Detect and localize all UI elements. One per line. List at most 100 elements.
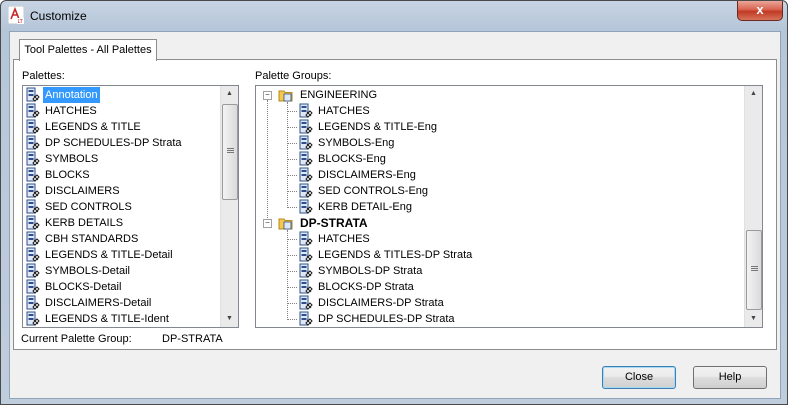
palette-group-label: ENGINEERING <box>300 89 378 101</box>
palette-group-child-label: SYMBOLS-Eng <box>318 137 395 149</box>
tool-palette-icon <box>26 199 40 214</box>
palette-group-child-label: SED CONTROLS-Eng <box>318 185 429 197</box>
palette-group-child-label: LEGENDS & TITLES-DP Strata <box>318 249 473 261</box>
tree-connector <box>287 239 297 240</box>
current-group-value: DP-STRATA <box>162 333 223 345</box>
tool-palette-icon <box>299 183 313 198</box>
tool-palette-icon <box>299 295 313 310</box>
tool-palette-icon <box>26 135 40 150</box>
tree-connector <box>267 100 268 218</box>
scroll-up-arrow-icon[interactable]: ▲ <box>221 86 238 102</box>
tree-connector <box>287 102 288 208</box>
palette-group-child-label: DISCLAIMERS-Eng <box>318 169 416 181</box>
tool-palette-icon <box>299 103 313 118</box>
palette-group-child-label: BLOCKS-Eng <box>318 153 386 165</box>
tool-palette-icon <box>26 263 40 278</box>
palette-group-child-label: LEGENDS & TITLE-Eng <box>318 121 438 133</box>
palette-group-child-label: BLOCKS-DP Strata <box>318 281 414 293</box>
tool-palette-icon <box>26 183 40 198</box>
help-button[interactable]: Help <box>693 366 767 389</box>
palette-item-label: Annotation <box>43 87 100 103</box>
scroll-up-arrow-icon[interactable]: ▲ <box>745 86 762 102</box>
palettes-list[interactable]: Annotation HATCHES LEGENDS & TITLE DP SCHED… <box>22 85 239 328</box>
collapse-toggle-icon[interactable]: − <box>263 91 272 100</box>
tool-palette-icon <box>26 295 40 310</box>
autocad-lt-icon: LT <box>8 6 24 24</box>
tool-palette-icon <box>299 231 313 246</box>
window-close-button[interactable]: x <box>737 1 783 21</box>
scroll-down-arrow-icon[interactable]: ▼ <box>221 311 238 327</box>
palette-groups-label: Palette Groups: <box>255 70 332 82</box>
customize-window: LT Customize x Tool Palettes - All Palet… <box>0 0 788 405</box>
palette-item-label: BLOCKS-Detail <box>45 281 122 293</box>
palette-group-child-label: HATCHES <box>318 105 370 117</box>
tree-connector <box>287 175 297 176</box>
palette-item-label: SED CONTROLS <box>45 201 132 213</box>
tool-palette-icon <box>26 247 40 262</box>
tree-connector <box>287 230 288 320</box>
tree-connector <box>287 127 297 128</box>
tree-connector <box>287 159 297 160</box>
palette-item-label: LEGENDS & TITLE <box>45 121 141 133</box>
tree-connector <box>287 143 297 144</box>
dialog-client: Tool Palettes - All Palettes Palettes: A… <box>9 31 781 399</box>
palette-item-label: KERB DETAILS <box>45 217 124 229</box>
tool-palette-icon <box>299 167 313 182</box>
tree-connector <box>287 255 297 256</box>
palette-item-label: CBH STANDARDS <box>45 233 139 245</box>
tool-palette-icon <box>26 215 40 230</box>
tool-palette-icon <box>26 279 40 294</box>
close-button[interactable]: Close <box>602 366 676 389</box>
scroll-down-arrow-icon[interactable]: ▼ <box>745 311 762 327</box>
tool-palette-icon <box>299 119 313 134</box>
palette-groups-scrollbar[interactable]: ▲ ▼ <box>744 86 762 327</box>
tree-connector <box>287 319 297 320</box>
palette-item-label: SYMBOLS-Detail <box>45 265 130 277</box>
palette-item-label: SYMBOLS <box>45 153 99 165</box>
palette-group-child-label: HATCHES <box>318 233 370 245</box>
scroll-thumb[interactable] <box>746 230 762 310</box>
collapse-toggle-icon[interactable]: − <box>263 219 272 228</box>
palette-item-label: BLOCKS <box>45 169 90 181</box>
tree-connector <box>287 207 297 208</box>
palette-item-label: DISCLAIMERS-Detail <box>45 297 152 309</box>
tree-connector <box>287 303 297 304</box>
folder-icon <box>278 218 293 230</box>
tool-palette-icon <box>26 103 40 118</box>
palette-group-child-label: KERB DETAIL-Eng <box>318 201 412 213</box>
tool-palette-icon <box>299 135 313 150</box>
tool-palette-icon <box>299 199 313 214</box>
tree-connector <box>287 287 297 288</box>
tool-palette-icon <box>299 311 313 326</box>
palette-item-label: DISCLAIMERS <box>45 185 120 197</box>
tree-connector <box>287 191 297 192</box>
current-group-label: Current Palette Group: <box>21 333 132 345</box>
palette-group-child-label: SYMBOLS-DP Strata <box>318 265 423 277</box>
palette-item-label: LEGENDS & TITLE-Ident <box>45 313 169 325</box>
window-title: Customize <box>30 9 87 23</box>
title-bar[interactable]: LT Customize x <box>1 1 787 31</box>
palette-item-label: LEGENDS & TITLE-Detail <box>45 249 173 261</box>
tab-tool-palettes-all[interactable]: Tool Palettes - All Palettes <box>19 39 157 61</box>
palette-item-label: DP SCHEDULES-DP Strata <box>45 137 182 149</box>
tool-palette-icon <box>299 247 313 262</box>
tool-palette-icon <box>26 119 40 134</box>
tree-connector <box>287 271 297 272</box>
tool-palette-icon <box>26 311 40 326</box>
tab-panel: Palettes: Annotation HATCHES LEGENDS & TIT… <box>13 59 777 350</box>
palette-group-child-label: DP SCHEDULES-DP Strata <box>318 313 455 325</box>
tool-palette-icon <box>26 87 40 102</box>
palette-group-child-label: DISCLAIMERS-DP Strata <box>318 297 444 309</box>
tool-palette-icon <box>299 151 313 166</box>
folder-icon <box>278 90 293 102</box>
palettes-label: Palettes: <box>22 70 65 82</box>
tool-palette-icon <box>26 151 40 166</box>
scroll-thumb[interactable] <box>222 104 238 200</box>
tool-palette-icon <box>299 279 313 294</box>
tool-palette-icon <box>299 263 313 278</box>
tree-connector <box>287 111 297 112</box>
palette-item-label: HATCHES <box>45 105 97 117</box>
palettes-scrollbar[interactable]: ▲ ▼ <box>220 86 238 327</box>
tool-palette-icon <box>26 167 40 182</box>
palette-groups-tree[interactable]: ENGINEERING − HATCHES LEGENDS & TITLE-Eng SY… <box>255 85 763 328</box>
